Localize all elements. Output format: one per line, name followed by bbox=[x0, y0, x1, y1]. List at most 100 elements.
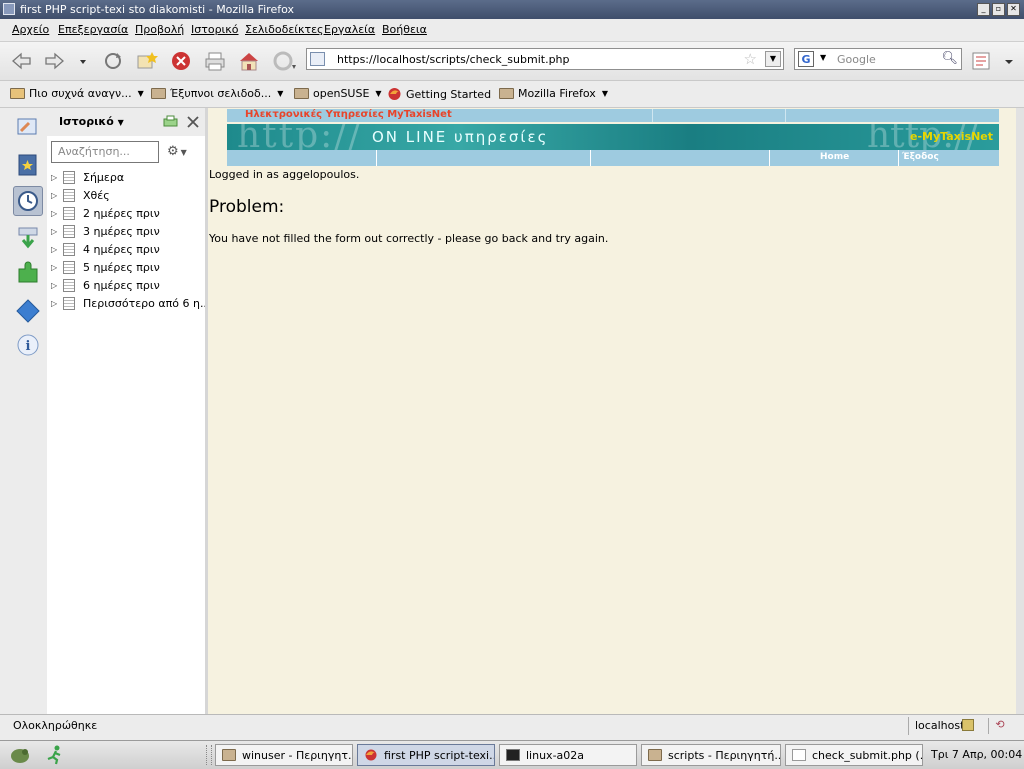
bookmark-most-visited[interactable]: Πιο συχνά αναγν... ▼ bbox=[10, 87, 144, 100]
url-history-dropdown[interactable]: ▼ bbox=[765, 51, 781, 67]
expand-triangle-icon[interactable]: ▷ bbox=[51, 191, 63, 200]
new-bookmark-icon[interactable] bbox=[136, 51, 158, 71]
security-status-icon[interactable]: ⟲ bbox=[988, 718, 1011, 734]
header-divider bbox=[652, 109, 653, 122]
themes-icon[interactable] bbox=[15, 298, 41, 324]
addons-icon[interactable] bbox=[15, 260, 41, 286]
downloads-icon[interactable] bbox=[15, 225, 41, 251]
notes-addon-icon[interactable] bbox=[970, 51, 996, 71]
task-winuser-browser[interactable]: winuser - Περιηγητ... bbox=[215, 744, 353, 766]
task-label: first PHP script-texi... bbox=[384, 748, 495, 762]
site-banner: http:// http:// ON LINE υπηρεσίες e-MyTa… bbox=[227, 124, 999, 150]
customize-icon[interactable] bbox=[15, 114, 41, 140]
history-group-2-days[interactable]: ▷ 2 ημέρες πριν bbox=[51, 204, 160, 222]
history-group-5-days[interactable]: ▷ 5 ημέρες πριν bbox=[51, 258, 160, 276]
run-command-icon[interactable] bbox=[44, 745, 66, 765]
search-engine-dropdown-icon[interactable]: ▼ bbox=[820, 53, 826, 62]
sidebar-title[interactable]: Ιστορικό ▼ bbox=[59, 115, 124, 128]
nav-exit-link[interactable]: Έξοδος bbox=[902, 152, 939, 162]
stop-icon[interactable] bbox=[170, 51, 192, 71]
menubar: Αρχείο Επεξεργασία Προβολή Ιστορικό Σελι… bbox=[0, 19, 1024, 42]
close-window-button[interactable]: ✕ bbox=[1007, 3, 1020, 16]
calendar-icon bbox=[63, 278, 75, 292]
task-firefox-window[interactable]: first PHP script-texi... bbox=[357, 744, 495, 766]
firefox-bookmark-icon bbox=[388, 88, 401, 100]
terminal-icon bbox=[506, 749, 520, 761]
expand-triangle-icon[interactable]: ▷ bbox=[51, 281, 63, 290]
history-group-6-days[interactable]: ▷ 6 ημέρες πριν bbox=[51, 276, 160, 294]
menu-help[interactable]: Βοήθεια bbox=[382, 23, 427, 36]
minimize-button[interactable]: _ bbox=[977, 3, 990, 16]
calendar-icon bbox=[63, 224, 75, 238]
forward-icon[interactable] bbox=[44, 51, 66, 71]
banner-online-text: ON LINE υπηρεσίες bbox=[372, 128, 549, 146]
page-scrollbar[interactable] bbox=[1016, 108, 1024, 714]
back-icon[interactable] bbox=[10, 51, 32, 71]
search-icon[interactable]: 🔍︎ bbox=[941, 51, 958, 66]
history-sidebar-button[interactable] bbox=[13, 186, 43, 216]
task-label: scripts - Περιηγητή... bbox=[668, 748, 781, 762]
expand-triangle-icon[interactable]: ▷ bbox=[51, 227, 63, 236]
close-sidebar-icon[interactable] bbox=[187, 116, 199, 128]
expand-triangle-icon[interactable]: ▷ bbox=[51, 263, 63, 272]
padlock-icon[interactable] bbox=[962, 719, 974, 731]
menu-view[interactable]: Προβολή bbox=[135, 23, 184, 36]
history-group-yesterday[interactable]: ▷ Χθές bbox=[51, 186, 110, 204]
view-options-gear-icon[interactable]: ⚙ ▼ bbox=[167, 144, 187, 159]
task-scripts-browser[interactable]: scripts - Περιηγητή... bbox=[641, 744, 781, 766]
history-group-today[interactable]: ▷ Σήμερα bbox=[51, 168, 124, 186]
search-bar[interactable]: G ▼ Google 🔍︎ bbox=[794, 48, 962, 70]
expand-triangle-icon[interactable]: ▷ bbox=[51, 209, 63, 218]
task-text-editor[interactable]: check_submit.php (... bbox=[785, 744, 923, 766]
history-group-3-days[interactable]: ▷ 3 ημέρες πριν bbox=[51, 222, 160, 240]
url-bar[interactable]: https://localhost/scripts/check_submit.p… bbox=[306, 48, 784, 70]
bookmark-opensuse[interactable]: openSUSE ▼ bbox=[294, 87, 382, 100]
menu-history[interactable]: Ιστορικό bbox=[191, 23, 239, 36]
maximize-button[interactable]: ▫ bbox=[992, 3, 1005, 16]
nav-home-link[interactable]: Home bbox=[820, 152, 849, 162]
bookmark-mozilla-firefox[interactable]: Mozilla Firefox ▼ bbox=[499, 87, 608, 100]
taskbar-handle[interactable] bbox=[206, 745, 212, 765]
menu-file[interactable]: Αρχείο bbox=[12, 23, 49, 36]
folder-icon bbox=[499, 88, 514, 99]
calendar-icon bbox=[63, 242, 75, 256]
url-text[interactable]: https://localhost/scripts/check_submit.p… bbox=[337, 53, 570, 66]
bookmark-getting-started[interactable]: Getting Started bbox=[387, 87, 491, 101]
error-message: You have not filled the form out correct… bbox=[209, 232, 609, 245]
history-dropdown-icon[interactable] bbox=[76, 51, 90, 71]
search-input[interactable]: Google bbox=[837, 53, 876, 66]
addon-dropdown-icon[interactable] bbox=[1002, 51, 1016, 71]
task-terminal[interactable]: linux-a02a bbox=[499, 744, 637, 766]
window-menu-icon[interactable] bbox=[3, 3, 15, 15]
reload-icon[interactable] bbox=[102, 51, 124, 71]
history-group-older[interactable]: ▷ Περισσότερο από 6 η... bbox=[51, 294, 210, 312]
bookmark-label: openSUSE bbox=[313, 87, 370, 100]
home-icon[interactable] bbox=[238, 51, 260, 71]
expand-triangle-icon[interactable]: ▷ bbox=[51, 245, 63, 254]
window-titlebar[interactable]: first PHP script-texi sto diakomisti - M… bbox=[0, 0, 1024, 19]
menu-tools[interactable]: Εργαλεία bbox=[324, 23, 375, 36]
search-engine-icon[interactable]: G bbox=[798, 51, 814, 67]
sync-history-icon[interactable] bbox=[163, 115, 179, 129]
info-icon[interactable]: i bbox=[15, 332, 41, 358]
expand-triangle-icon[interactable]: ▷ bbox=[51, 173, 63, 182]
history-group-4-days[interactable]: ▷ 4 ημέρες πριν bbox=[51, 240, 160, 258]
calendar-icon bbox=[63, 260, 75, 274]
print-icon[interactable] bbox=[204, 51, 226, 71]
bookmarks-sidebar-icon[interactable] bbox=[15, 152, 41, 178]
bookmark-star-icon[interactable]: ☆ bbox=[744, 50, 757, 68]
chevron-down-icon: ▼ bbox=[375, 89, 382, 98]
site-nav-bar: Home Έξοδος bbox=[227, 150, 999, 166]
expand-triangle-icon[interactable]: ▷ bbox=[51, 299, 63, 308]
task-label: linux-a02a bbox=[526, 748, 585, 762]
nav-cell bbox=[591, 150, 770, 166]
site-identity-icon[interactable] bbox=[310, 52, 325, 66]
taskbar-clock[interactable]: Τρι 7 Απρ, 00:04 bbox=[931, 748, 1022, 761]
nav-cell bbox=[377, 150, 591, 166]
banner-brand: e-MyTaxisNet bbox=[910, 130, 993, 143]
menu-edit[interactable]: Επεξεργασία bbox=[58, 23, 128, 36]
start-menu-icon[interactable] bbox=[8, 745, 32, 765]
menu-bookmarks[interactable]: Σελιδοδείκτες bbox=[245, 23, 324, 36]
history-search-input[interactable]: Αναζήτηση... bbox=[51, 141, 159, 163]
bookmark-smart-bookmarks[interactable]: Έξυπνοι σελιδοδ... ▼ bbox=[151, 87, 283, 100]
